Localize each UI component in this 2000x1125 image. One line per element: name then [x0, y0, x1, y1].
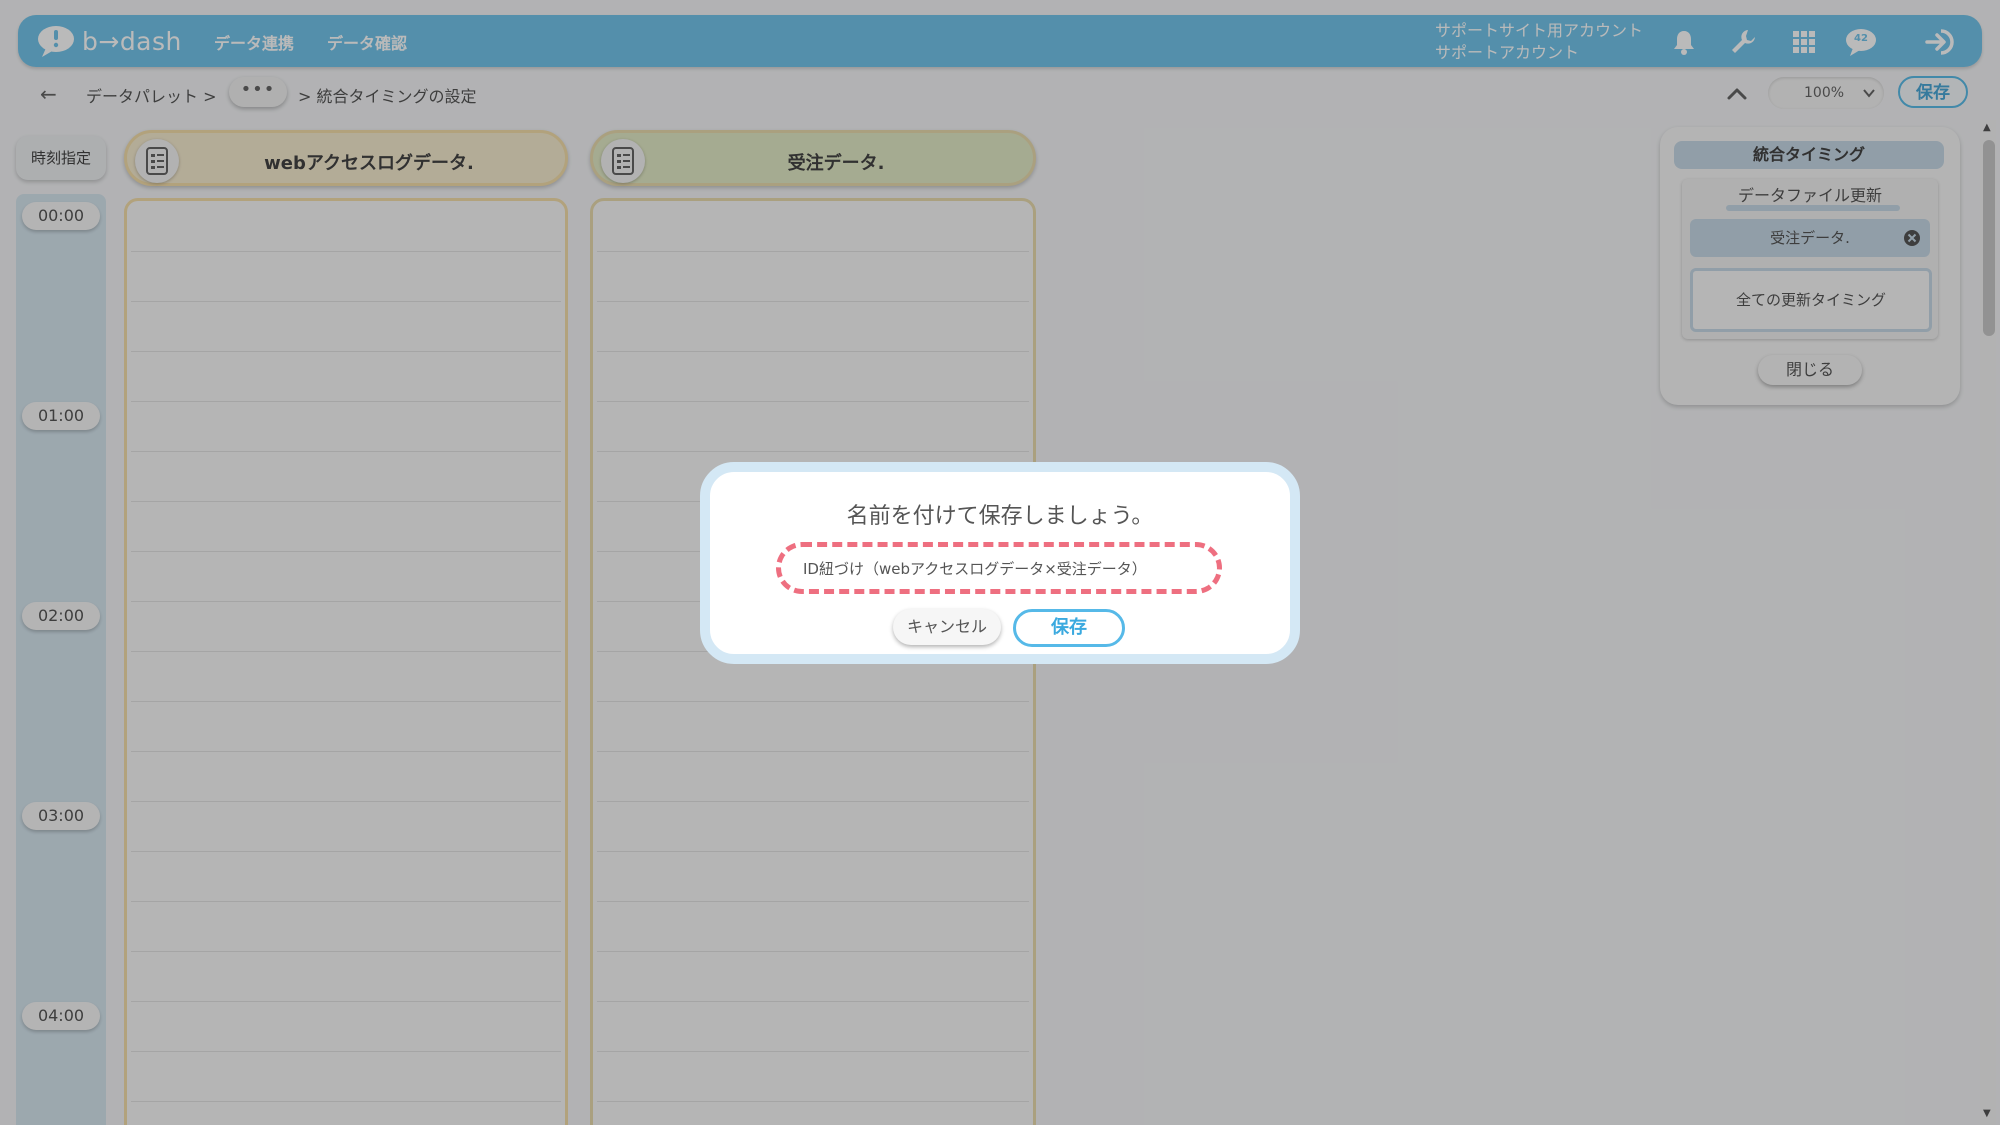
dialog-title: 名前を付けて保存しましょう。 [846, 504, 1154, 529]
app-root: b→dash データ連携 データ確認 サポートサイト用アカウント サポートアカウ… [0, 0, 2000, 1125]
name-input[interactable] [776, 542, 1222, 594]
cancel-button[interactable]: キャンセル [893, 609, 1001, 645]
save-name-dialog: 名前を付けて保存しましょう。 キャンセル 保存 [700, 462, 1300, 664]
save-button[interactable]: 保存 [1013, 609, 1125, 647]
